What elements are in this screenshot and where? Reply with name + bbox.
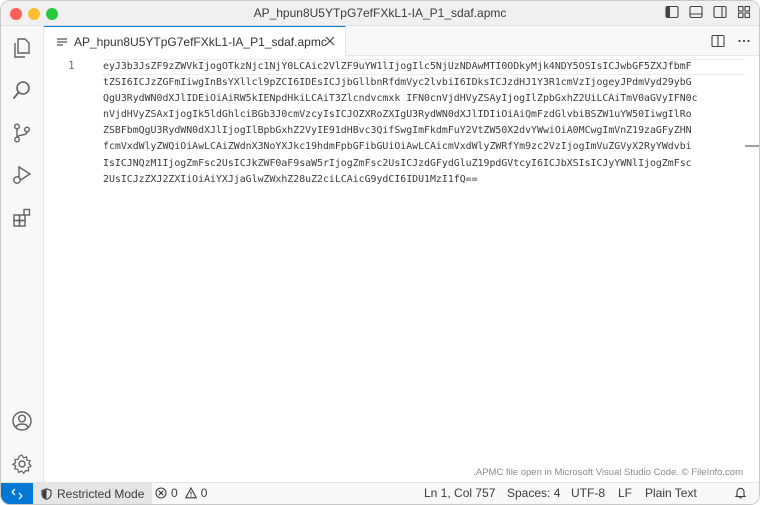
- restricted-mode-label: Restricted Mode: [57, 486, 145, 501]
- encoding-button[interactable]: UTF-8: [571, 486, 605, 500]
- run-debug-icon[interactable]: [10, 163, 34, 187]
- fileinfo-watermark: .APMC file open in Microsoft Visual Stud…: [473, 467, 743, 478]
- remote-indicator-button[interactable]: [1, 483, 33, 504]
- customize-layout-icon[interactable]: [737, 5, 751, 19]
- cursor-position-button[interactable]: Ln 1, Col 757: [424, 486, 495, 500]
- remote-icon: [11, 488, 23, 499]
- tab-apmc-file[interactable]: AP_hpun8U5YTpG7efFXkL1-IA_P1_sdaf.apmc: [44, 26, 346, 56]
- code-line: eyJ3b3JsZF9zZWVkIjogOTkzNjc1NjY0LCAic2Vl…: [103, 61, 692, 72]
- close-tab-icon[interactable]: [323, 34, 337, 48]
- split-editor-icon[interactable]: [711, 34, 725, 48]
- editor-tab-bar: AP_hpun8U5YTpG7efFXkL1-IA_P1_sdaf.apmc: [44, 26, 759, 56]
- toggle-primary-sidebar-icon[interactable]: [665, 5, 679, 19]
- account-icon[interactable]: [10, 409, 34, 433]
- vscode-window: AP_hpun8U5YTpG7efFXkL1-IA_P1_sdaf.apmc A…: [0, 0, 760, 505]
- window-title: AP_hpun8U5YTpG7efFXkL1-IA_P1_sdaf.apmc: [253, 6, 507, 20]
- indentation-button[interactable]: Spaces: 4: [507, 486, 560, 500]
- language-mode-button[interactable]: Plain Text: [645, 486, 697, 500]
- warning-icon: [184, 487, 197, 499]
- code-line: QgU3RydWN0dXJlIDEiOiAiRW5kIENpdHkiLCAiT3…: [103, 93, 698, 105]
- status-bar: Restricted Mode 0 0 Ln 1, Col 757 Spaces…: [1, 482, 759, 504]
- toggle-secondary-sidebar-icon[interactable]: [713, 5, 727, 19]
- activity-bar: [1, 26, 44, 482]
- shield-icon: [41, 487, 52, 500]
- restricted-mode-button[interactable]: Restricted Mode: [33, 483, 153, 504]
- more-actions-icon[interactable]: [737, 34, 751, 48]
- editor-actions: [711, 34, 751, 48]
- line-number: 1: [68, 59, 75, 72]
- code-line: fcmVxdWlyZWQiOiAwLCAiZWdnX3NoYXJkc19hdmF…: [103, 141, 692, 153]
- problems-button[interactable]: 0 0: [155, 486, 207, 500]
- code-line: ZSBFbmQgU3RydWN0dXJlIjogIlBpbGxhZ2VyIE91…: [103, 125, 692, 137]
- manage-gear-icon[interactable]: [10, 452, 34, 476]
- tab-label: AP_hpun8U5YTpG7efFXkL1-IA_P1_sdaf.apmc: [74, 34, 327, 49]
- toggle-panel-icon[interactable]: [689, 5, 703, 19]
- code-line: IsICJNQzM1IjogZmFsc2UsICJkZWF0aF9saW5rIj…: [103, 157, 692, 169]
- error-icon: [155, 487, 167, 499]
- title-bar: AP_hpun8U5YTpG7efFXkL1-IA_P1_sdaf.apmc: [1, 1, 759, 26]
- code-line: nVjdHVyZSAxIjogIk5ldGhlciBGb3J0cmVzcyIsI…: [103, 109, 692, 121]
- error-count: 0: [171, 486, 178, 500]
- warning-count: 0: [200, 486, 208, 500]
- source-control-icon[interactable]: [10, 121, 34, 145]
- code-line: 2UsICJzZXJ2ZXIiOiAiYXJjaGlwZWxhZ28uZ2ciL…: [103, 173, 478, 185]
- code-content[interactable]: eyJ3b3JsZF9zZWVkIjogOTkzNjc1NjY0LCAic2Vl…: [103, 59, 748, 188]
- code-line: tZSI6ICJzZGFmIiwgInBsYXllcl9pZCI6IDEsICJ…: [103, 77, 692, 89]
- editor-area[interactable]: 1 eyJ3b3JsZF9zZWVkIjogOTkzNjc1NjY0LCAic2…: [44, 56, 759, 482]
- explorer-icon[interactable]: [10, 36, 34, 60]
- notifications-bell-icon[interactable]: [734, 486, 747, 499]
- search-icon[interactable]: [10, 78, 34, 102]
- eol-button[interactable]: LF: [618, 486, 632, 500]
- overview-ruler-cursor-mark: [745, 145, 759, 147]
- layout-controls: [665, 5, 751, 19]
- file-text-icon: [56, 36, 68, 48]
- extensions-icon[interactable]: [10, 206, 34, 230]
